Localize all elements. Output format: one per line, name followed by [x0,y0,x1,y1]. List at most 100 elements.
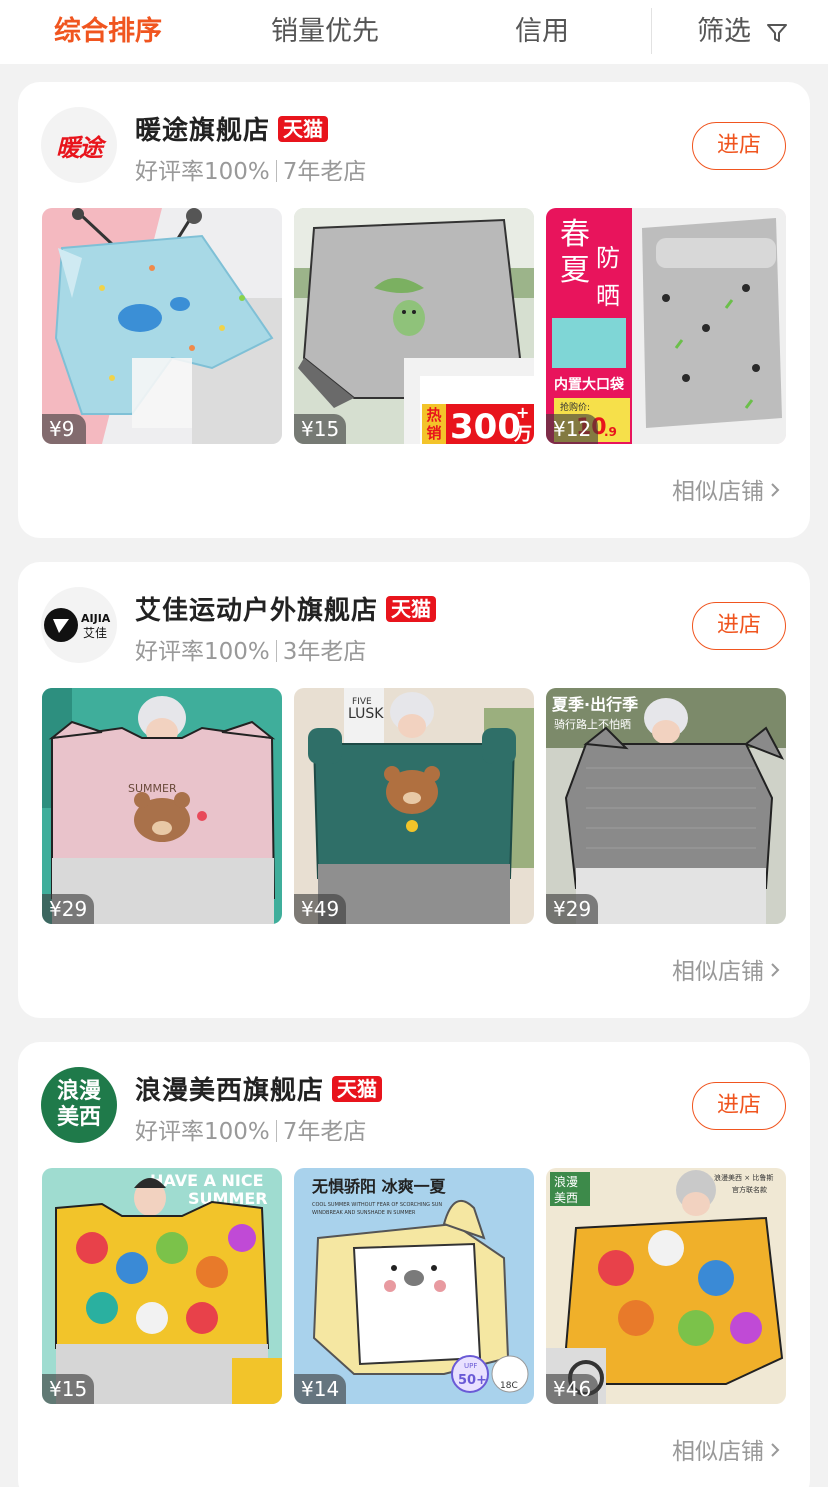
rating-text: 好评率100% [135,1119,270,1145]
product-item[interactable]: HAVE A NICE SUMMER ¥15 [42,1168,282,1404]
shop-logo: AIJIA 艾佳 [41,587,117,663]
shop-logo: 暖途 [41,107,117,183]
svg-text:.9: .9 [604,425,617,439]
similar-shops-link[interactable]: 相似店铺 [672,952,780,986]
sort-bar: 综合排序 销量优先 信用 筛选 [0,0,828,64]
filter-button[interactable]: 筛选 [697,12,788,52]
enter-shop-button[interactable]: 进店 [692,602,786,650]
shop-name[interactable]: 艾佳运动户外旗舰店 天猫 [135,590,437,627]
tab-sales-first[interactable]: 销量优先 [271,12,379,52]
price-tag: ¥12 [546,414,599,444]
shop-age: 7年老店 [282,1119,367,1145]
shop-meta: 好评率100% 3年老店 [135,632,366,666]
product-item[interactable]: 夏季·出行季 骑行路上不怕晒 ¥29 [546,688,786,924]
svg-text:COOL SUMMER WITHOUT FEAR OF SC: COOL SUMMER WITHOUT FEAR OF SCORCHING SU… [312,1202,442,1208]
tab-credit[interactable]: 信用 [515,12,569,52]
meta-divider [275,640,277,662]
svg-text:防: 防 [596,244,620,272]
price-tag: ¥49 [294,894,347,924]
svg-text:抢购价:: 抢购价: [560,401,590,413]
product-image [42,208,282,444]
svg-text:美西: 美西 [554,1191,578,1205]
svg-text:万: 万 [513,424,532,444]
price-tag: ¥14 [294,1374,347,1404]
enter-shop-button[interactable]: 进店 [692,122,786,170]
product-image: FIVE LUSK [294,688,534,924]
shop-card[interactable]: 浪漫 美西 浪漫美西旗舰店 天猫 好评率100% 7年老店 进店 HAVE A NI… [18,1042,810,1487]
svg-text:官方联名款: 官方联名款 [732,1185,767,1194]
chevron-right-icon [771,1443,780,1457]
rating-text: 好评率100% [135,159,270,185]
shop-name-text: 艾佳运动户外旗舰店 [135,596,379,626]
shop-logo: 浪漫 美西 [41,1067,117,1143]
product-list: SUMMER ¥29 FIVE LUSK ¥49 夏季·出行季 骑行路上不怕晒 … [42,688,786,924]
product-item[interactable]: 春 夏 防 晒 内置大口袋 抢购价: 10 .9 ¥12 [546,208,786,444]
product-item[interactable]: ¥9 [42,208,282,444]
svg-text:AIJIA: AIJIA [81,612,111,625]
svg-text:UPF: UPF [464,1362,477,1370]
svg-text:18C: 18C [500,1381,518,1391]
svg-text:春: 春 [560,217,590,252]
svg-text:晒: 晒 [596,282,620,310]
enter-shop-button[interactable]: 进店 [692,1082,786,1130]
chevron-right-icon [771,963,780,977]
price-tag: ¥46 [546,1374,599,1404]
product-item[interactable]: 浪漫 美西 浪漫美西 × 比鲁斯 官方联名款 ¥46 [546,1168,786,1404]
product-image: HAVE A NICE SUMMER [42,1168,282,1404]
svg-text:LUSK: LUSK [348,706,384,722]
product-item[interactable]: FIVE LUSK ¥49 [294,688,534,924]
product-item[interactable]: SUMMER ¥29 [42,688,282,924]
product-list: HAVE A NICE SUMMER ¥15 无惧骄阳 冰爽一夏 COOL SU… [42,1168,786,1404]
svg-text:骑行路上不怕晒: 骑行路上不怕晒 [554,718,631,731]
meta-divider [275,160,277,182]
svg-text:50+: 50+ [458,1373,487,1388]
funnel-icon [766,23,787,42]
product-image: 夏季·出行季 骑行路上不怕晒 [546,688,786,924]
svg-text:+: + [516,403,529,422]
svg-text:WINDBREAK AND SUNSHADE IN SUMM: WINDBREAK AND SUNSHADE IN SUMMER [312,1210,416,1216]
price-tag: ¥9 [42,414,86,444]
shop-name[interactable]: 浪漫美西旗舰店 天猫 [135,1070,383,1107]
similar-shops-label: 相似店铺 [672,959,764,985]
product-item[interactable]: 热 销 300 + 万 ¥15 [294,208,534,444]
svg-text:SUMMER: SUMMER [128,782,177,795]
similar-shops-link[interactable]: 相似店铺 [672,1432,780,1466]
tmall-badge: 天猫 [332,1076,383,1102]
price-tag: ¥15 [42,1374,95,1404]
similar-shops-label: 相似店铺 [672,479,764,505]
aijia-logo: AIJIA 艾佳 [44,608,111,642]
svg-text:热: 热 [426,406,441,424]
shop-name-text: 浪漫美西旗舰店 [135,1076,325,1106]
product-image: 热 销 300 + 万 [294,208,534,444]
shop-age: 7年老店 [282,159,367,185]
shop-age: 3年老店 [282,639,367,665]
hot-sale-badge: 热 销 300 + 万 [422,403,534,444]
product-item[interactable]: 无惧骄阳 冰爽一夏 COOL SUMMER WITHOUT FEAR OF SC… [294,1168,534,1404]
svg-text:300: 300 [450,407,521,444]
similar-shops-link[interactable]: 相似店铺 [672,472,780,506]
product-image: 无惧骄阳 冰爽一夏 COOL SUMMER WITHOUT FEAR OF SC… [294,1168,534,1404]
rating-text: 好评率100% [135,639,270,665]
shop-meta: 好评率100% 7年老店 [135,1112,366,1146]
filter-label: 筛选 [697,16,751,47]
svg-text:浪漫美西 × 比鲁斯: 浪漫美西 × 比鲁斯 [714,1173,773,1182]
shop-meta: 好评率100% 7年老店 [135,152,366,186]
price-tag: ¥15 [294,414,347,444]
meta-divider [275,1120,277,1142]
svg-text:销: 销 [426,424,441,442]
svg-text:夏: 夏 [560,253,590,288]
product-image: 浪漫 美西 浪漫美西 × 比鲁斯 官方联名款 [546,1168,786,1404]
shop-card[interactable]: 暖途 暖途旗舰店 天猫 好评率100% 7年老店 进店 ¥9 热 销 300 +… [18,82,810,538]
price-tag: ¥29 [42,894,95,924]
shop-name-text: 暖途旗舰店 [135,116,271,146]
svg-text:艾佳: 艾佳 [83,626,107,640]
tab-comprehensive-sort[interactable]: 综合排序 [54,12,162,52]
chevron-right-icon [771,483,780,497]
tmall-badge: 天猫 [386,596,437,622]
shop-card[interactable]: AIJIA 艾佳 艾佳运动户外旗舰店 天猫 好评率100% 3年老店 进店 SUMM… [18,562,810,1018]
shop-name[interactable]: 暖途旗舰店 天猫 [135,110,329,147]
svg-text:浪漫: 浪漫 [554,1174,578,1189]
price-tag: ¥29 [546,894,599,924]
tmall-badge: 天猫 [278,116,329,142]
svg-text:HAVE A NICE: HAVE A NICE [150,1171,264,1190]
